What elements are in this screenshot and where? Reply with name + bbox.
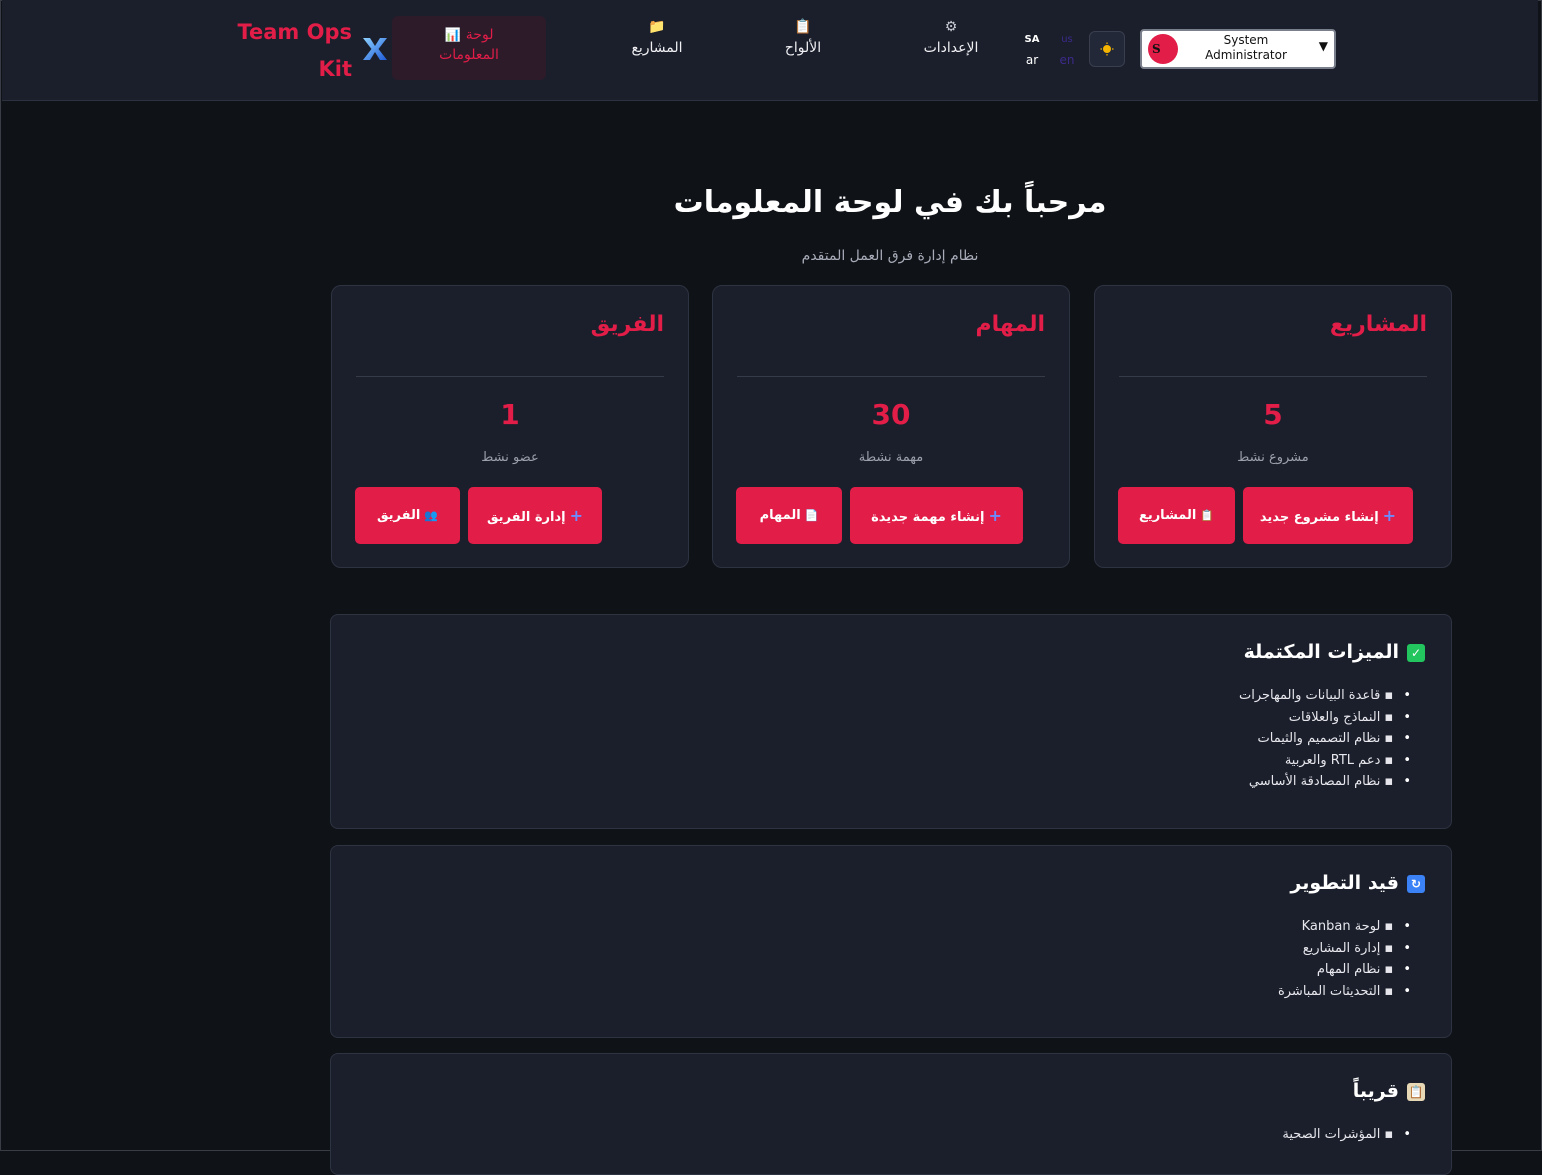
user-name: System Administrator — [1205, 33, 1287, 62]
flag-sa-icon: SA — [1024, 34, 1040, 45]
create-task-button[interactable]: +إنشاء مهمة جديدة — [850, 487, 1023, 544]
x-logo-icon — [363, 38, 387, 60]
in-progress-panel: ↻قيد التطوير ▪ لوحة Kanban ▪ إدارة المشا… — [330, 845, 1452, 1038]
panel-title: ↻قيد التطوير — [1290, 872, 1425, 894]
card-title: المهام — [975, 312, 1045, 337]
lang-en-option[interactable]: us en — [1054, 30, 1080, 70]
plus-icon: + — [569, 506, 584, 525]
coming-soon-list: ▪ المؤشرات الصحية — [1282, 1124, 1411, 1146]
sun-icon — [1100, 42, 1114, 56]
stat-count: 30 — [871, 398, 911, 431]
lang-en-label: en — [1059, 53, 1075, 67]
plus-icon: + — [1382, 506, 1397, 525]
in-progress-list: ▪ لوحة Kanban ▪ إدارة المشاريع ▪ نظام ال… — [1278, 916, 1411, 1002]
gear-icon: ⚙ — [944, 19, 958, 35]
stat-label: عضو نشط — [481, 450, 539, 465]
projects-card: المشاريع 5 مشروع نشط +إنشاء مشروع جديد 📋… — [1094, 285, 1452, 568]
clipboard-icon: 📋 — [1200, 509, 1215, 522]
list-item: ▪ المؤشرات الصحية — [1282, 1124, 1411, 1146]
nav-projects-label: المشاريع — [631, 40, 683, 56]
completed-features-list: ▪ قاعدة البيانات والمهاجرات ▪ النماذج وا… — [1239, 685, 1411, 793]
document-icon: 📄 — [804, 509, 819, 522]
list-item: ▪ إدارة المشاريع — [1278, 938, 1411, 960]
divider — [356, 376, 664, 377]
flag-us-icon: us — [1061, 34, 1073, 45]
refresh-icon: ↻ — [1407, 874, 1425, 893]
list-item: ▪ التحديثات المباشرة — [1278, 981, 1411, 1003]
folder-icon: 📁 — [648, 19, 666, 35]
tasks-card: المهام 30 مهمة نشطة +إنشاء مهمة جديدة 📄ا… — [712, 285, 1070, 568]
manage-team-button[interactable]: +إدارة الفريق — [468, 487, 602, 544]
avatar: S — [1148, 34, 1178, 64]
brand[interactable]: Team Ops Kit — [237, 14, 394, 84]
chevron-down-icon: ▼ — [1318, 39, 1328, 53]
divider — [737, 376, 1045, 377]
list-item: ▪ نظام المهام — [1278, 959, 1411, 981]
card-title: الفريق — [590, 312, 664, 337]
stat-label: مهمة نشطة — [858, 450, 924, 465]
list-item: ▪ قاعدة البيانات والمهاجرات — [1239, 685, 1411, 707]
users-icon: 👥 — [424, 509, 439, 522]
theme-toggle-button[interactable] — [1089, 31, 1125, 67]
list-item: ▪ دعم RTL والعربية — [1239, 750, 1411, 772]
stat-count: 1 — [500, 398, 520, 431]
nav-dashboard-label: لوحة — [465, 27, 494, 43]
create-project-button[interactable]: +إنشاء مشروع جديد — [1243, 487, 1413, 544]
panel-title: ✓الميزات المكتملة — [1244, 641, 1425, 663]
list-item: ▪ نظام التصميم والثيمات — [1239, 728, 1411, 750]
team-card: الفريق 1 عضو نشط +إدارة الفريق 👥الفريق — [331, 285, 689, 568]
chart-icon: 📊 — [444, 28, 461, 43]
divider — [1119, 376, 1427, 377]
completed-features-panel: ✓الميزات المكتملة ▪ قاعدة البيانات والمه… — [330, 614, 1452, 829]
stat-label: مشروع نشط — [1237, 450, 1309, 465]
clipboard-icon: 📋 — [1407, 1082, 1425, 1101]
nav-projects[interactable]: 📁 المشاريع — [612, 16, 702, 80]
page-subtitle: نظام إدارة فرق العمل المتقدم — [801, 248, 979, 264]
clipboard-icon: 📋 — [794, 19, 812, 35]
stat-count: 5 — [1263, 398, 1283, 431]
lang-ar-option[interactable]: SA ar — [1019, 30, 1045, 70]
list-item: ▪ نظام المصادقة الأساسي — [1239, 771, 1411, 793]
projects-button[interactable]: 📋المشاريع — [1118, 487, 1235, 544]
plus-icon: + — [988, 506, 1002, 525]
panel-title: 📋قريباً — [1352, 1080, 1425, 1102]
brand-name: Team Ops Kit — [237, 20, 352, 81]
team-button[interactable]: 👥الفريق — [355, 487, 460, 544]
nav-boards-label: الألواح — [784, 40, 822, 56]
page-title: مرحباً بك في لوحة المعلومات — [673, 185, 1107, 220]
card-title: المشاريع — [1329, 312, 1427, 337]
user-menu-select[interactable]: S System Administrator ▼ — [1140, 29, 1336, 69]
tasks-button[interactable]: 📄المهام — [736, 487, 842, 544]
top-navbar: Team Ops Kit 📊 لوحة المعلومات 📁 المشاريع… — [2, 0, 1538, 101]
nav-settings-label: الإعدادات — [923, 40, 979, 56]
check-icon: ✓ — [1407, 643, 1425, 662]
lang-ar-label: ar — [1025, 53, 1039, 67]
nav-settings[interactable]: ⚙ الإعدادات — [906, 16, 996, 80]
coming-soon-panel: 📋قريباً ▪ المؤشرات الصحية — [330, 1053, 1452, 1175]
list-item: ▪ لوحة Kanban — [1278, 916, 1411, 938]
nav-dashboard-label-2: المعلومات — [439, 47, 499, 63]
list-item: ▪ النماذج والعلاقات — [1239, 707, 1411, 729]
nav-dashboard[interactable]: 📊 لوحة المعلومات — [392, 16, 546, 80]
nav-boards[interactable]: 📋 الألواح — [758, 16, 848, 80]
